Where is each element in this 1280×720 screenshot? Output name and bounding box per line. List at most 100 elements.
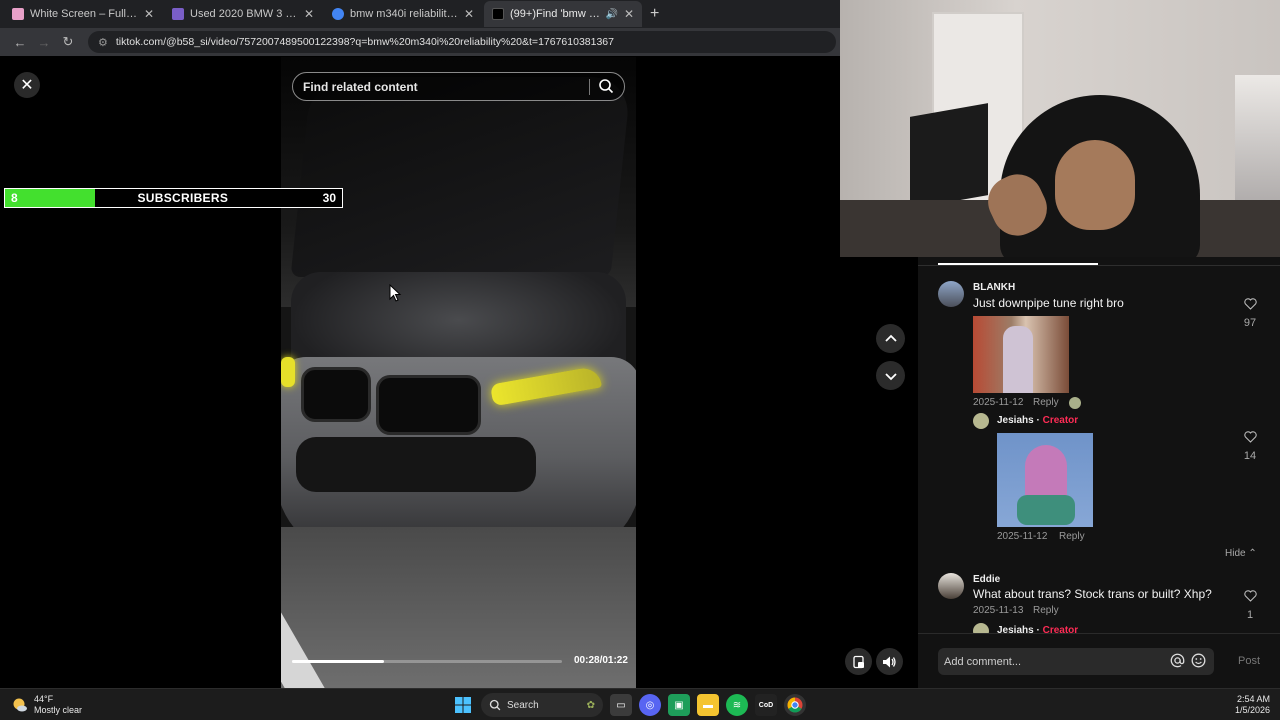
creator-badge: Creator <box>1042 625 1079 633</box>
close-tab-icon[interactable]: ✕ <box>464 7 474 21</box>
tab-divider <box>918 265 1280 266</box>
close-tab-icon[interactable]: ✕ <box>304 7 314 21</box>
avatar[interactable] <box>938 573 964 599</box>
windows-taskbar: 44°F Mostly clear Search ✿ ▭ ◎ ▣ ▬ ≋ CoD <box>0 688 1280 720</box>
close-tab-icon[interactable]: ✕ <box>624 7 634 21</box>
heart-icon <box>1243 590 1257 602</box>
chrome-icon[interactable] <box>784 694 806 716</box>
avatar[interactable] <box>938 281 964 307</box>
search-icon[interactable] <box>598 78 614 97</box>
volume-icon <box>883 656 896 667</box>
video-grille <box>301 367 371 422</box>
emoji-icon <box>1191 653 1206 668</box>
mouse-cursor-icon <box>389 283 403 305</box>
comment-gif-image[interactable] <box>973 316 1069 393</box>
webcam-overlay <box>840 0 1280 257</box>
reload-icon[interactable]: ↻ <box>56 34 80 50</box>
tab-google-search[interactable]: bmw m340i reliability - Google ✕ <box>324 1 482 27</box>
volume-button[interactable] <box>876 648 903 675</box>
app-green-icon[interactable]: ▣ <box>668 694 690 716</box>
url-bar[interactable]: ⚙ tiktok.com/@b58_si/video/7572007489500… <box>88 31 836 53</box>
like-button[interactable]: 97 <box>1240 297 1260 329</box>
discord-icon[interactable]: ◎ <box>639 694 661 716</box>
mention-icon <box>1170 653 1185 668</box>
comment-placeholder: Add comment... <box>944 655 1022 668</box>
comment-username-creator[interactable]: Jesiahs · Creator <box>997 625 1078 633</box>
reply-button[interactable]: Reply <box>1033 605 1059 616</box>
subscriber-label: SUBSCRIBERS <box>137 191 229 205</box>
reply-button[interactable]: Reply <box>1033 397 1059 408</box>
task-view-icon[interactable]: ▭ <box>610 694 632 716</box>
like-button[interactable]: 14 <box>1240 430 1260 462</box>
taskbar-search-label: Search <box>507 699 539 711</box>
subscriber-goal-bar: 8 SUBSCRIBERS 30 <box>4 188 343 208</box>
subscriber-goal: 30 <box>322 191 336 205</box>
reply-gif-image[interactable] <box>997 433 1093 527</box>
comment-username-creator[interactable]: Jesiahs · Creator <box>997 415 1078 426</box>
spotify-icon[interactable]: ≋ <box>726 694 748 716</box>
close-video-button[interactable]: ✕ <box>14 72 40 98</box>
comment-input[interactable]: Add comment... <box>938 648 1214 675</box>
comment-username[interactable]: BLANKH <box>973 282 1015 293</box>
comment-input-icons <box>1170 653 1206 668</box>
gif-shirt <box>1017 495 1075 525</box>
tab-tiktok[interactable]: (99+)Find 'bmw m340i reliab 🔊 ✕ <box>484 1 642 27</box>
chevron-up-icon <box>884 334 897 342</box>
url-text: tiktok.com/@b58_si/video/757200748950012… <box>115 36 614 48</box>
picture-in-picture-button[interactable] <box>845 648 872 675</box>
taskbar-search[interactable]: Search ✿ <box>481 693 603 717</box>
video-grille <box>376 375 481 435</box>
comment-text: What about trans? Stock trans or built? … <box>973 587 1212 601</box>
new-tab-button[interactable]: + <box>650 5 659 23</box>
weather-widget[interactable]: 44°F Mostly clear <box>12 694 82 716</box>
video-car-hood <box>290 77 632 277</box>
site-info-icon[interactable]: ⚙ <box>98 36 108 49</box>
comments-panel: BLANKH Just downpipe tune right bro 2025… <box>918 257 1280 633</box>
address-toolbar: ← → ↻ ⚙ tiktok.com/@b58_si/video/7572007… <box>0 28 840 56</box>
search-icon <box>489 699 501 711</box>
video-progress-bar[interactable] <box>292 660 562 663</box>
file-explorer-icon[interactable]: ▬ <box>697 694 719 716</box>
previous-video-button[interactable] <box>876 324 905 353</box>
speaker-icon[interactable]: 🔊 <box>605 9 617 20</box>
close-tab-icon[interactable]: ✕ <box>144 7 154 21</box>
video-time: 00:28/01:22 <box>574 655 628 666</box>
active-tab-indicator <box>938 263 1098 265</box>
like-button[interactable]: 1 <box>1240 589 1260 621</box>
chevron-down-icon <box>884 372 897 380</box>
hide-replies-button[interactable]: Hide ⌃ <box>1225 548 1257 559</box>
video-lower-grille <box>296 437 536 492</box>
comment-username[interactable]: Eddie <box>973 574 1000 585</box>
windows-icon <box>455 697 471 713</box>
comment-username: Jesiahs <box>997 625 1034 633</box>
tab-favicon-icon <box>12 8 24 20</box>
gif-figure <box>1003 326 1033 393</box>
avatar[interactable] <box>973 413 989 429</box>
search-input[interactable]: Find related content <box>292 72 625 101</box>
avatar[interactable] <box>973 623 989 633</box>
post-button[interactable]: Post <box>1238 655 1260 667</box>
heart-icon <box>1243 298 1257 310</box>
tiktok-icon <box>492 8 504 20</box>
back-icon[interactable]: ← <box>8 35 32 50</box>
creator-badge: Creator <box>1042 415 1079 426</box>
comment-date: 2025-11-12 <box>997 531 1048 542</box>
search-divider <box>589 79 590 95</box>
tab-white-screen[interactable]: White Screen – Fullscreen Tool ✕ <box>4 1 162 27</box>
next-video-button[interactable] <box>876 361 905 390</box>
call-of-duty-icon[interactable]: CoD <box>755 694 777 716</box>
creator-liked-avatar <box>1069 397 1081 409</box>
taskbar-apps: Search ✿ ▭ ◎ ▣ ▬ ≋ CoD <box>452 692 806 718</box>
webcam-monitor <box>910 103 988 209</box>
video-player[interactable] <box>281 57 636 688</box>
comment-date: 2025-11-12 <box>973 397 1024 408</box>
comment-text: Just downpipe tune right bro <box>973 296 1124 310</box>
tab-title: bmw m340i reliability - Google <box>350 8 458 20</box>
forward-icon[interactable]: → <box>32 35 56 50</box>
like-count: 14 <box>1243 450 1257 462</box>
taskbar-clock[interactable]: 2:54 AM 1/5/2026 <box>1235 694 1270 716</box>
reply-button[interactable]: Reply <box>1059 531 1085 542</box>
video-headlight <box>281 357 295 387</box>
tab-used-bmw[interactable]: Used 2020 BMW 3 Series M340i ✕ <box>164 1 322 27</box>
start-button[interactable] <box>452 694 474 716</box>
